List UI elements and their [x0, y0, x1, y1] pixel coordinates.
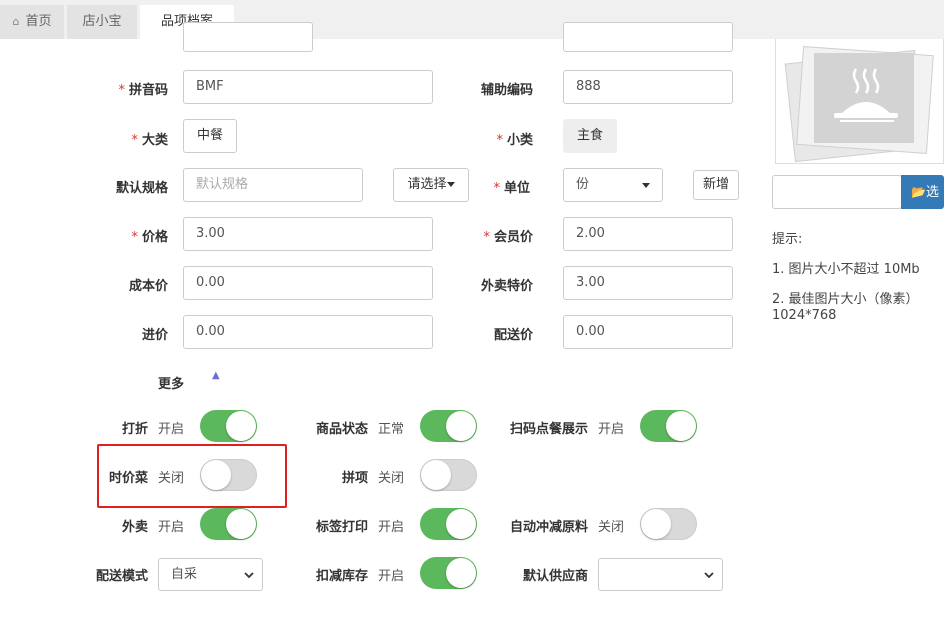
takeout-price-input[interactable]: 3.00 — [563, 266, 733, 300]
collapse-up-icon[interactable]: ▲ — [212, 370, 220, 381]
deduct-stock-label: 扣减库存 — [315, 569, 368, 584]
pinyin-label: * 拼音码 — [118, 83, 168, 98]
partial-input-right[interactable] — [563, 22, 733, 52]
caret-down-icon — [446, 182, 455, 187]
delivery-price-label: 配送价 — [493, 328, 533, 343]
default-spec-input[interactable]: 默认规格 — [183, 168, 363, 202]
add-unit-button[interactable]: 新增 — [693, 170, 739, 200]
discount-state: 开启 — [158, 422, 185, 437]
auto-deduct-label: 自动冲减原料 — [509, 520, 588, 535]
subcategory-label: * 小类 — [496, 133, 533, 148]
partial-input-left[interactable] — [183, 22, 313, 52]
member-price-label: * 会员价 — [483, 230, 533, 245]
scan-display-label: 扫码点餐展示 — [509, 422, 588, 437]
aux-code-input[interactable]: 888 — [563, 70, 733, 104]
toggle-knob — [226, 411, 256, 441]
discount-label: 打折 — [121, 422, 148, 437]
takeout-state: 开启 — [158, 520, 185, 535]
purchase-price-label: 进价 — [141, 328, 168, 343]
default-spec-label: 默认规格 — [115, 181, 168, 196]
tip-size-limit: 1. 图片大小不超过 10Mb — [772, 262, 920, 277]
item-status-toggle[interactable] — [420, 410, 477, 442]
toggle-knob — [446, 558, 476, 588]
chevron-down-icon — [704, 572, 714, 579]
toggle-knob — [226, 509, 256, 539]
image-path-input[interactable] — [772, 175, 902, 209]
delivery-mode-label: 配送模式 — [95, 569, 148, 584]
default-supplier-label: 默认供应商 — [522, 569, 588, 584]
chevron-down-icon — [244, 572, 254, 579]
combo-state: 关闭 — [378, 471, 405, 486]
caret-down-icon — [642, 183, 650, 188]
tab-bar: ⌂首页 店小宝 品项档案 — [0, 0, 944, 39]
label-print-label: 标签打印 — [315, 520, 368, 535]
toggle-knob — [641, 509, 671, 539]
tip-title: 提示: — [772, 232, 803, 247]
category-button[interactable]: 中餐 — [183, 119, 237, 153]
deduct-stock-state: 开启 — [378, 569, 405, 584]
auto-deduct-state: 关闭 — [598, 520, 625, 535]
combo-label: 拼项 — [341, 471, 368, 486]
purchase-price-input[interactable]: 0.00 — [183, 315, 433, 349]
highlight-box — [97, 444, 287, 508]
takeout-toggle[interactable] — [200, 508, 257, 540]
home-icon: ⌂ — [12, 15, 20, 28]
combo-toggle[interactable] — [420, 459, 477, 491]
unit-select[interactable]: 份 — [563, 168, 663, 202]
tab-home[interactable]: ⌂ 首页 — [0, 5, 64, 39]
toggle-knob — [421, 460, 451, 490]
price-input[interactable]: 3.00 — [183, 217, 433, 251]
takeout-price-label: 外卖特价 — [480, 279, 533, 294]
tip-best-size-value: 1024*768 — [772, 308, 837, 323]
item-status-label: 商品状态 — [315, 422, 368, 437]
cost-price-input[interactable]: 0.00 — [183, 266, 433, 300]
subcategory-button[interactable]: 主食 — [563, 119, 617, 153]
default-supplier-select[interactable] — [598, 558, 723, 591]
tip-best-size: 2. 最佳图片大小（像素） — [772, 292, 919, 307]
toggle-knob — [446, 509, 476, 539]
cost-price-label: 成本价 — [128, 279, 168, 294]
scan-display-toggle[interactable] — [640, 410, 697, 442]
more-label: 更多 — [157, 377, 184, 392]
toggle-knob — [666, 411, 696, 441]
unit-label: * 单位 — [493, 181, 530, 196]
takeout-label: 外卖 — [121, 520, 148, 535]
deduct-stock-toggle[interactable] — [420, 557, 477, 589]
member-price-input[interactable]: 2.00 — [563, 217, 733, 251]
delivery-price-input[interactable]: 0.00 — [563, 315, 733, 349]
select-image-button[interactable]: 📂选 — [901, 175, 944, 209]
tab-dianxiaobao[interactable]: 店小宝 — [67, 5, 137, 39]
spec-select-button[interactable]: 请选择 — [393, 168, 469, 202]
label-print-state: 开启 — [378, 520, 405, 535]
scan-display-state: 开启 — [598, 422, 625, 437]
label-print-toggle[interactable] — [420, 508, 477, 540]
delivery-mode-select[interactable]: 自采 — [158, 558, 263, 591]
price-label: * 价格 — [131, 230, 168, 245]
toggle-knob — [446, 411, 476, 441]
image-preview — [775, 39, 944, 164]
auto-deduct-toggle[interactable] — [640, 508, 697, 540]
aux-code-label: 辅助编码 — [480, 83, 533, 98]
folder-open-icon: 📂 — [911, 185, 926, 199]
pinyin-input[interactable]: BMF — [183, 70, 433, 104]
discount-toggle[interactable] — [200, 410, 257, 442]
category-label: * 大类 — [131, 133, 168, 148]
food-placeholder-icon — [784, 46, 934, 163]
item-status-state: 正常 — [378, 422, 405, 437]
